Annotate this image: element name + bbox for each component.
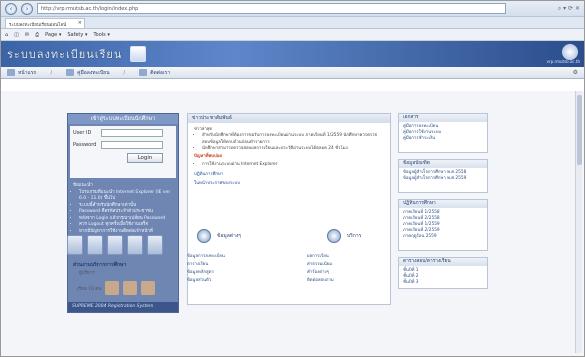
menu-home-label: หน้าแรก bbox=[18, 69, 37, 76]
documents-list: คู่มือการลงทะเบียน คู่มือการใช้งานระบบ ค… bbox=[399, 122, 487, 144]
service-link[interactable]: ผลการเรียน bbox=[307, 253, 334, 261]
service-block-info: ข้อมูลต่างๆ bbox=[197, 229, 309, 243]
staff-photo bbox=[105, 281, 120, 295]
note-item: โปรแกรมที่แนะนำ Internet Explorer (IE ve… bbox=[79, 190, 173, 203]
address-tools[interactable]: ⌕ ▾ ⟳ ✕ bbox=[510, 5, 580, 13]
mail-icon[interactable]: ✉ bbox=[25, 32, 29, 38]
quick-icons bbox=[67, 229, 179, 255]
calendar-heading: ปฏิทินการศึกษา bbox=[399, 200, 487, 208]
login-button[interactable]: Login bbox=[127, 153, 163, 163]
service-link[interactable]: ติดต่อสอบถาม bbox=[307, 277, 334, 285]
staff-photo bbox=[123, 281, 138, 295]
news-link[interactable]: ในหน้าประกาศของระบบ bbox=[194, 181, 384, 187]
site-title: ระบบลงทะเบียนเรียน bbox=[7, 48, 123, 61]
news-item: นักศึกษาสามารถตรวจสอบผลการเรียนและประวัต… bbox=[202, 146, 384, 152]
university-emblem-icon bbox=[562, 44, 578, 60]
back-button[interactable]: ‹ bbox=[5, 2, 17, 15]
service-link[interactable]: ข้อมูลการลงทะเบียน bbox=[187, 253, 225, 261]
service-link[interactable]: ข้อมูลส่วนตัว bbox=[187, 277, 225, 285]
news-link[interactable]: ปฏิทินการศึกษา bbox=[194, 172, 384, 178]
page-content: เข้าสู่ระบบทะเบียนนักศึกษา User ID Passw… bbox=[1, 91, 584, 356]
services-section: ส่วนงานบริการการศึกษา ผู้บริหาร เรียน 10… bbox=[67, 229, 487, 329]
news-body: ข่าวล่าสุด สำหรับนักศึกษาที่ต้องการขอรับ… bbox=[188, 123, 390, 191]
scrollbar-thumb[interactable] bbox=[577, 95, 582, 165]
document-icon[interactable] bbox=[127, 235, 143, 255]
documents-heading: เอกสาร bbox=[399, 114, 487, 122]
book-icon bbox=[66, 69, 75, 76]
browser-window: ‹ › http://vrp.rmutsb.ac.th/login/index.… bbox=[0, 0, 585, 357]
user-id-label: User ID bbox=[73, 130, 92, 136]
login-form: User ID Password Login bbox=[70, 126, 176, 178]
menu-divider: / bbox=[50, 69, 53, 76]
password-input[interactable] bbox=[101, 141, 163, 149]
tab-strip: ระบบลงทะเบียนเรียนออนไลน์ × bbox=[1, 17, 584, 29]
menu-divider: / bbox=[123, 69, 126, 76]
photos-label: เรียน 10 คน bbox=[77, 286, 102, 292]
service-link[interactable]: ค่าธรรมเนียม bbox=[307, 261, 334, 269]
tab-title: ระบบลงทะเบียนเรียนออนไลน์ bbox=[9, 23, 67, 28]
menu-home[interactable]: หน้าแรก bbox=[7, 69, 36, 77]
services-subtitle: ผู้บริหาร bbox=[79, 271, 95, 276]
calendar-icon[interactable] bbox=[107, 235, 123, 255]
forward-button[interactable]: › bbox=[21, 2, 33, 15]
login-heading: เข้าสู่ระบบทะเบียนนักศึกษา bbox=[68, 114, 178, 124]
menu-guide-label: คู่มือลงทะเบียน bbox=[77, 69, 110, 76]
news-sub-item: การใช้งานระบบผ่าน Internet Explorer bbox=[202, 162, 384, 168]
news-subheading: ปัญหาที่พบบ่อย bbox=[194, 154, 222, 160]
service-title: บริการ bbox=[347, 233, 362, 239]
service-link[interactable]: ข้อมูลหลักสูตร bbox=[187, 269, 225, 277]
service-link[interactable]: ตารางเรียน bbox=[187, 261, 225, 269]
info-badge-icon bbox=[197, 229, 211, 243]
graduates-heading: ข้อมูลบัณฑิต bbox=[399, 160, 487, 168]
staff-photo bbox=[141, 281, 156, 295]
building-icon[interactable] bbox=[67, 235, 83, 255]
globe-badge-icon bbox=[327, 229, 341, 243]
menu-guide[interactable]: คู่มือลงทะเบียน bbox=[66, 69, 110, 77]
side-link[interactable]: คู่มือการชำระเงิน bbox=[403, 136, 483, 142]
documents-box: เอกสาร คู่มือการลงทะเบียน คู่มือการใช้งา… bbox=[398, 113, 488, 153]
student-icon[interactable] bbox=[87, 235, 103, 255]
site-menu: หน้าแรก / คู่มือลงทะเบียน / ติดต่อเรา ⚙ bbox=[1, 67, 584, 79]
address-field[interactable]: http://vrp.rmutsb.ac.th/login/index.php bbox=[37, 3, 506, 14]
address-bar-row: ‹ › http://vrp.rmutsb.ac.th/login/index.… bbox=[1, 1, 584, 17]
logo-icon bbox=[130, 46, 147, 62]
service-links-services: ผลการเรียน ค่าธรรมเนียม คำร้องต่างๆ ติดต… bbox=[307, 253, 334, 285]
news-item: สำหรับนักศึกษาที่ต้องการขอรับการลงทะเบีย… bbox=[202, 133, 384, 146]
tab-current[interactable]: ระบบลงทะเบียนเรียนออนไลน์ × bbox=[5, 18, 85, 28]
services-title: ส่วนงานบริการการศึกษา bbox=[73, 262, 127, 268]
home-icon[interactable]: ⌂ bbox=[5, 32, 8, 38]
settings-icon[interactable]: ⚙ bbox=[573, 69, 578, 76]
safety-menu[interactable]: Safety ▾ bbox=[67, 32, 87, 38]
side-link[interactable]: ข้อมูลผู้สำเร็จการศึกษา พ.ศ.2559 bbox=[403, 176, 483, 182]
tools-menu[interactable]: Tools ▾ bbox=[93, 32, 109, 38]
user-id-input[interactable] bbox=[101, 129, 163, 137]
graduates-list: ข้อมูลผู้สำเร็จการศึกษา พ.ศ.2558 ข้อมูลผ… bbox=[399, 168, 487, 184]
service-link[interactable]: คำร้องต่างๆ bbox=[307, 269, 334, 277]
feeds-icon[interactable]: ◫ bbox=[14, 32, 19, 38]
home-icon bbox=[7, 69, 15, 76]
staff-photos: เรียน 10 คน bbox=[77, 281, 156, 295]
print-icon[interactable]: ⎙ bbox=[35, 32, 39, 38]
people-icon[interactable] bbox=[147, 235, 163, 255]
menu-contact-label: ติดต่อเรา bbox=[150, 69, 171, 76]
page-menu[interactable]: Page ▾ bbox=[45, 32, 61, 38]
site-banner: ระบบลงทะเบียนเรียน vrp.rmutsb.ac.th bbox=[1, 41, 584, 67]
close-tab-icon[interactable]: × bbox=[78, 20, 82, 26]
graduates-box: ข้อมูลบัณฑิต ข้อมูลผู้สำเร็จการศึกษา พ.ศ… bbox=[398, 159, 488, 193]
vertical-scrollbar[interactable] bbox=[575, 91, 582, 353]
site-subtitle: vrp.rmutsb.ac.th bbox=[546, 59, 580, 64]
service-block-services: บริการ bbox=[327, 229, 439, 243]
command-bar: ⌂ ◫ ✉ ⎙ Page ▾ Safety ▾ Tools ▾ bbox=[1, 29, 584, 41]
news-heading: ข่าวประชาสัมพันธ์ bbox=[188, 114, 390, 123]
service-links-info: ข้อมูลการลงทะเบียน ตารางเรียน ข้อมูลหลัก… bbox=[187, 253, 225, 285]
service-title: ข้อมูลต่างๆ bbox=[217, 233, 241, 239]
password-label: Password bbox=[73, 142, 97, 148]
menu-contact[interactable]: ติดต่อเรา bbox=[139, 69, 170, 77]
phone-icon bbox=[139, 69, 148, 76]
